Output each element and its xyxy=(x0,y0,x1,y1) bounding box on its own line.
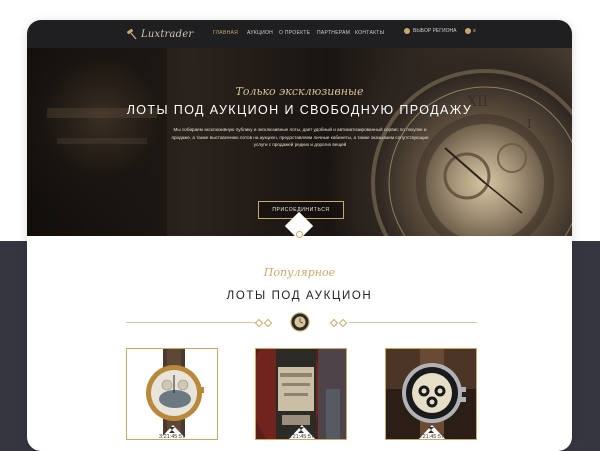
nav-item-about[interactable]: О ПРОЕКТЕ xyxy=(279,30,310,36)
lot-timer: 3:21:45:57 xyxy=(288,434,314,440)
popular-title: ЛОТЫ ПОД АУКЦИОН xyxy=(226,290,373,302)
divider-line-left xyxy=(126,322,256,323)
ring-icon xyxy=(296,231,303,238)
globe-icon xyxy=(465,28,471,34)
divider-diamond xyxy=(263,318,273,328)
lot-timer: 3:21:45:57 xyxy=(418,434,444,440)
watch-icon xyxy=(290,312,310,332)
lot-timer: 3:21:45:57 xyxy=(159,434,185,440)
hero-banner: XII X I Только эксклюзивные ЛОТЫ ПОД АУК… xyxy=(27,48,572,236)
top-navbar: Luxtrader ГЛАВНАЯ АУКЦИОН О ПРОЕКТЕ ПАРТ… xyxy=(27,20,572,48)
language-selector[interactable]: ≡ xyxy=(465,28,476,34)
divider-diamond xyxy=(254,318,264,328)
gavel-icon xyxy=(127,28,137,40)
popular-script-title: Популярное xyxy=(263,266,336,279)
hero-title: ЛОТЫ ПОД АУКЦИОН И СВОБОДНУЮ ПРОДАЖУ xyxy=(126,103,473,117)
svg-text:I: I xyxy=(527,117,532,131)
hourglass-icon xyxy=(169,427,175,433)
site-card: Luxtrader ГЛАВНАЯ АУКЦИОН О ПРОЕКТЕ ПАРТ… xyxy=(27,20,572,451)
logo-text: Luxtrader xyxy=(141,28,194,40)
region-selector[interactable]: ВЫБОР РЕГИОНА xyxy=(404,28,456,34)
hero-script-title: Только эксклюзивные xyxy=(235,85,364,98)
site-logo[interactable]: Luxtrader xyxy=(125,26,193,42)
divider-diamond xyxy=(338,318,348,328)
hero-description: Мы собираем эксклюзивную публику и экскл… xyxy=(171,127,429,147)
divider-line-right xyxy=(349,322,477,323)
pin-icon xyxy=(404,28,410,34)
nav-item-partners[interactable]: ПАРТНЕРАМ xyxy=(317,30,350,36)
hourglass-icon xyxy=(298,427,304,433)
nav-item-contacts[interactable]: КОНТАКТЫ xyxy=(355,30,384,36)
divider-diamond xyxy=(329,318,339,328)
hourglass-icon xyxy=(428,427,434,433)
nav-item-auction[interactable]: АУКЦИОН xyxy=(247,30,273,36)
language-label: ≡ xyxy=(473,28,476,34)
nav-item-home[interactable]: ГЛАВНАЯ xyxy=(213,30,238,36)
region-label: ВЫБОР РЕГИОНА xyxy=(413,28,457,34)
